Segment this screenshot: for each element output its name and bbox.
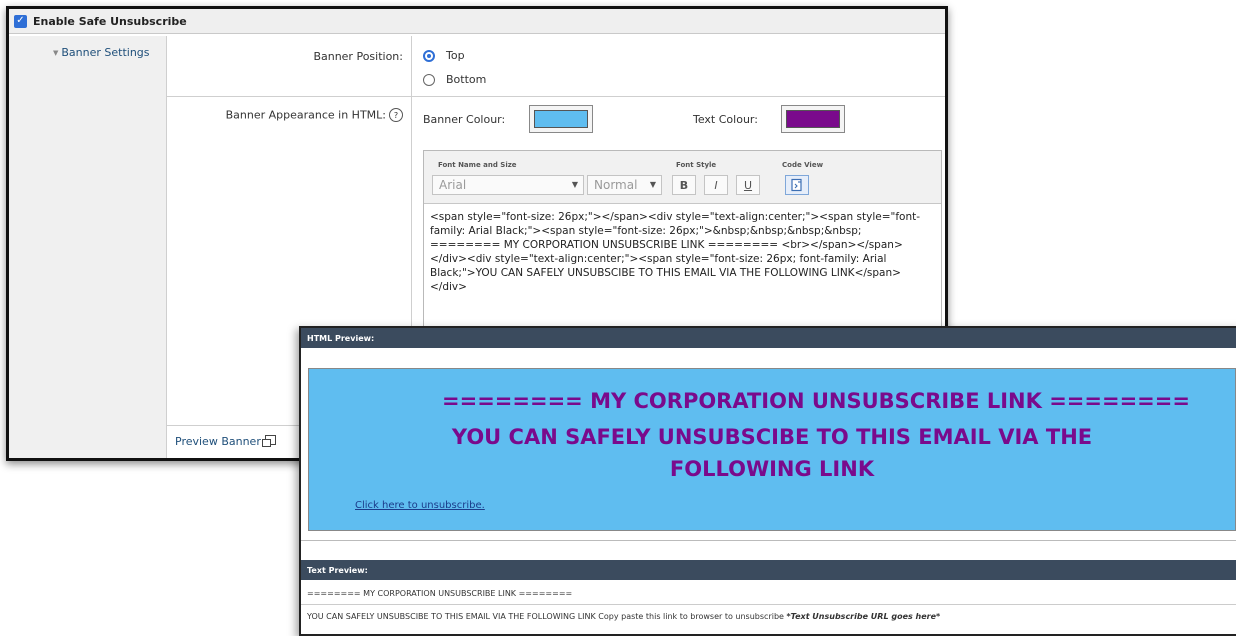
font-style-group-label: Font Style [676, 161, 717, 169]
text-preview-line-2-text: YOU CAN SAFELY UNSUBSCIBE TO THIS EMAIL … [307, 612, 787, 621]
preview-window: HTML Preview: ======== MY CORPORATION UN… [299, 326, 1236, 636]
banner-colour-label: Banner Colour: [423, 113, 506, 126]
position-option-top[interactable]: Top [423, 49, 465, 62]
chevron-down-icon: ▼ [571, 180, 578, 189]
code-view-group-label: Code View [782, 161, 824, 169]
html-preview-header: HTML Preview: [301, 328, 1236, 348]
banner-line-2: YOU CAN SAFELY UNSUBSCIBE TO THIS EMAIL … [451, 425, 1093, 449]
position-option-bottom[interactable]: Bottom [423, 73, 486, 86]
font-name-select[interactable]: Arial ▼ [432, 175, 584, 195]
enable-safe-unsubscribe-label: Enable Safe Unsubscribe [33, 14, 187, 28]
banner-preview: ======== MY CORPORATION UNSUBSCRIBE LINK… [308, 368, 1236, 531]
text-preview-section: Text Preview: ======== MY CORPORATION UN… [301, 560, 1236, 621]
radio-top-icon[interactable] [423, 49, 435, 62]
divider [301, 540, 1236, 559]
banner-line-1: ======== MY CORPORATION UNSUBSCRIBE LINK… [442, 389, 1190, 413]
enable-checkbox-icon[interactable]: ✓ [14, 14, 27, 28]
text-preview-line-2: YOU CAN SAFELY UNSUBSCIBE TO THIS EMAIL … [301, 612, 940, 621]
font-size-select[interactable]: Normal ▼ [587, 175, 662, 195]
text-colour-picker[interactable] [781, 105, 845, 133]
banner-position-label: Banner Position: [313, 50, 403, 63]
html-preview-body: ======== MY CORPORATION UNSUBSCRIBE LINK… [301, 350, 1236, 540]
text-colour-label: Text Colour: [693, 113, 758, 126]
font-name-value: Arial [439, 178, 467, 192]
position-bottom-label: Bottom [446, 73, 487, 86]
italic-button[interactable]: I [704, 175, 728, 195]
html-banner-editor: Font Name and Size Arial ▼ Normal ▼ Font… [423, 150, 942, 330]
editor-toolbar: Font Name and Size Arial ▼ Normal ▼ Font… [424, 151, 941, 204]
collapse-triangle-icon: ▼ [53, 49, 59, 57]
code-view-button[interactable] [785, 175, 809, 195]
underline-button[interactable]: U [736, 175, 760, 195]
font-size-value: Normal [594, 178, 638, 192]
banner-colour-picker[interactable] [529, 105, 593, 133]
help-icon[interactable]: ? [389, 108, 403, 122]
html-code-textarea[interactable]: <span style="font-size: 26px;"></span><d… [424, 204, 941, 338]
divider [167, 96, 945, 97]
banner-appearance-label: Banner Appearance in HTML: [225, 108, 386, 122]
text-preview-header: Text Preview: [301, 560, 1236, 580]
code-view-icon [791, 178, 802, 192]
text-unsubscribe-url-placeholder: *Text Unsubscribe URL goes here* [786, 612, 941, 621]
preview-banner-link[interactable]: Preview Banner [175, 435, 276, 448]
chevron-down-icon: ▼ [649, 180, 656, 189]
banner-colour-swatch [534, 110, 588, 128]
divider [301, 604, 1236, 605]
font-name-size-group-label: Font Name and Size [438, 161, 517, 169]
banner-settings-label: Banner Settings [61, 46, 150, 59]
unsubscribe-link[interactable]: Click here to unsubscribe. [355, 500, 485, 511]
banner-line-3: FOLLOWING LINK [669, 457, 875, 481]
popout-window-icon [261, 435, 276, 447]
radio-bottom-icon[interactable] [423, 73, 435, 86]
text-preview-line-1: ======== MY CORPORATION UNSUBSCRIBE LINK… [307, 589, 573, 598]
banner-settings-toggle[interactable]: ▼ Banner Settings [53, 46, 150, 59]
preview-banner-label: Preview Banner [175, 435, 261, 448]
bold-button[interactable]: B [672, 175, 696, 195]
banner-appearance-label-row: Banner Appearance in HTML:? [226, 108, 403, 122]
text-colour-swatch [786, 110, 840, 128]
position-top-label: Top [446, 49, 465, 62]
left-column: ▼ Banner Settings [9, 36, 167, 458]
enable-safe-unsubscribe-row[interactable]: ✓ Enable Safe Unsubscribe [9, 9, 945, 34]
